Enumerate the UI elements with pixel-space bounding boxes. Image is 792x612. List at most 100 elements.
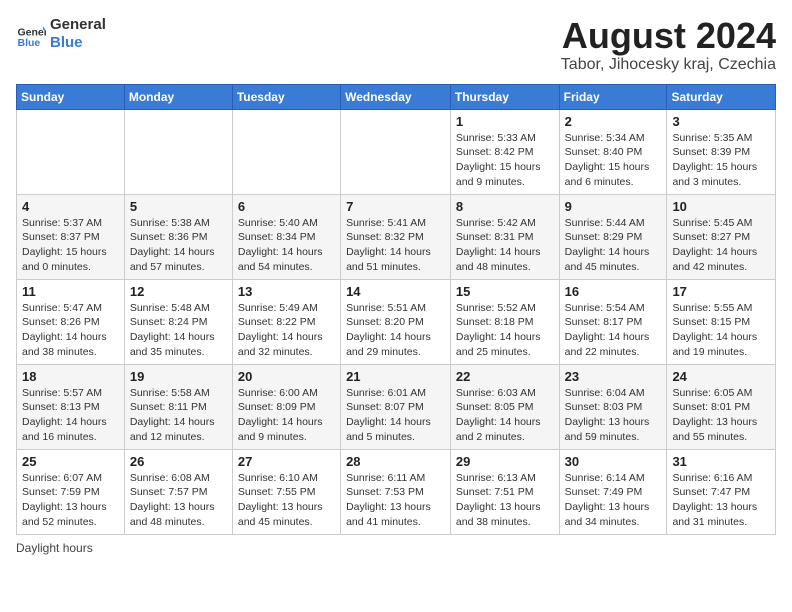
day-info: Sunrise: 5:58 AM Sunset: 8:11 PM Dayligh…: [130, 386, 227, 445]
calendar-cell: 9Sunrise: 5:44 AM Sunset: 8:29 PM Daylig…: [559, 194, 667, 279]
day-number: 22: [456, 369, 554, 384]
day-info: Sunrise: 5:55 AM Sunset: 8:15 PM Dayligh…: [672, 301, 770, 360]
calendar-cell: [341, 109, 451, 194]
calendar-cell: 26 Sunrise: 6:08 AM Sunset: 7:57 PM Dayli…: [124, 449, 232, 534]
svg-text:Blue: Blue: [18, 37, 41, 49]
day-info: Sunrise: 6:10 AM Sunset: 7:55 PM Dayligh…: [238, 471, 335, 530]
title-area: August 2024 Tabor, Jihocesky kraj, Czech…: [561, 16, 776, 74]
day-info: Sunrise: 5:52 AM Sunset: 8:18 PM Dayligh…: [456, 301, 554, 360]
day-number: 21: [346, 369, 445, 384]
day-info: Sunrise: 6:00 AM Sunset: 8:09 PM Dayligh…: [238, 386, 335, 445]
day-number: 24: [672, 369, 770, 384]
calendar-table: SundayMondayTuesdayWednesdayThursdayFrid…: [16, 84, 776, 535]
day-header-saturday: Saturday: [667, 84, 776, 109]
day-number: 27: [238, 454, 335, 469]
calendar-cell: 30 Sunrise: 6:14 AM Sunset: 7:49 PM Dayli…: [559, 449, 667, 534]
day-header-monday: Monday: [124, 84, 232, 109]
calendar-cell: 10Sunrise: 5:45 AM Sunset: 8:27 PM Dayli…: [667, 194, 776, 279]
day-number: 12: [130, 284, 227, 299]
day-info: Sunrise: 5:48 AM Sunset: 8:24 PM Dayligh…: [130, 301, 227, 360]
day-info: Sunrise: 6:13 AM Sunset: 7:51 PM Dayligh…: [456, 471, 554, 530]
day-header-tuesday: Tuesday: [232, 84, 340, 109]
day-number: 4: [22, 199, 119, 214]
calendar-cell: [124, 109, 232, 194]
week-row-4: 18Sunrise: 5:57 AM Sunset: 8:13 PM Dayli…: [17, 364, 776, 449]
calendar-cell: [17, 109, 125, 194]
header: General Blue General Blue August 2024 Ta…: [16, 16, 776, 74]
main-title: August 2024: [561, 16, 776, 56]
calendar-cell: 22 Sunrise: 6:03 AM Sunset: 8:05 PM Dayli…: [450, 364, 559, 449]
days-header-row: SundayMondayTuesdayWednesdayThursdayFrid…: [17, 84, 776, 109]
week-row-2: 4 Sunrise: 5:37 AM Sunset: 8:37 PM Daylig…: [17, 194, 776, 279]
day-number: 25: [22, 454, 119, 469]
calendar-cell: 24 Sunrise: 6:05 AM Sunset: 8:01 PM Dayli…: [667, 364, 776, 449]
day-info: Sunrise: 5:42 AM Sunset: 8:31 PM Dayligh…: [456, 216, 554, 275]
day-info: Sunrise: 5:44 AM Sunset: 8:29 PM Dayligh…: [565, 216, 662, 275]
day-info: Sunrise: 5:37 AM Sunset: 8:37 PM Dayligh…: [22, 216, 119, 275]
day-number: 26: [130, 454, 227, 469]
logo-blue-text: Blue: [50, 34, 106, 52]
day-number: 31: [672, 454, 770, 469]
day-number: 14: [346, 284, 445, 299]
day-number: 20: [238, 369, 335, 384]
day-number: 23: [565, 369, 662, 384]
calendar-cell: 14 Sunrise: 5:51 AM Sunset: 8:20 PM Dayli…: [341, 279, 451, 364]
day-info: Sunrise: 5:35 AM Sunset: 8:39 PM Dayligh…: [672, 131, 770, 190]
day-info: Sunrise: 5:51 AM Sunset: 8:20 PM Dayligh…: [346, 301, 445, 360]
day-info: Sunrise: 6:11 AM Sunset: 7:53 PM Dayligh…: [346, 471, 445, 530]
calendar-cell: 7 Sunrise: 5:41 AM Sunset: 8:32 PM Daylig…: [341, 194, 451, 279]
logo: General Blue General Blue: [16, 16, 106, 52]
calendar-cell: 12 Sunrise: 5:48 AM Sunset: 8:24 PM Dayli…: [124, 279, 232, 364]
day-info: Sunrise: 5:49 AM Sunset: 8:22 PM Dayligh…: [238, 301, 335, 360]
day-number: 15: [456, 284, 554, 299]
calendar-cell: 1 Sunrise: 5:33 AM Sunset: 8:42 PM Daylig…: [450, 109, 559, 194]
day-number: 2: [565, 114, 662, 129]
calendar-cell: 28Sunrise: 6:11 AM Sunset: 7:53 PM Dayli…: [341, 449, 451, 534]
calendar-cell: 18Sunrise: 5:57 AM Sunset: 8:13 PM Dayli…: [17, 364, 125, 449]
day-info: Sunrise: 5:38 AM Sunset: 8:36 PM Dayligh…: [130, 216, 227, 275]
day-number: 5: [130, 199, 227, 214]
calendar-cell: 8Sunrise: 5:42 AM Sunset: 8:31 PM Daylig…: [450, 194, 559, 279]
day-header-friday: Friday: [559, 84, 667, 109]
calendar-cell: 11Sunrise: 5:47 AM Sunset: 8:26 PM Dayli…: [17, 279, 125, 364]
day-number: 29: [456, 454, 554, 469]
day-number: 1: [456, 114, 554, 129]
day-info: Sunrise: 5:41 AM Sunset: 8:32 PM Dayligh…: [346, 216, 445, 275]
day-info: Sunrise: 6:03 AM Sunset: 8:05 PM Dayligh…: [456, 386, 554, 445]
calendar-cell: 29 Sunrise: 6:13 AM Sunset: 7:51 PM Dayli…: [450, 449, 559, 534]
calendar-cell: 16Sunrise: 5:54 AM Sunset: 8:17 PM Dayli…: [559, 279, 667, 364]
day-number: 30: [565, 454, 662, 469]
day-info: Sunrise: 6:16 AM Sunset: 7:47 PM Dayligh…: [672, 471, 770, 530]
day-info: Sunrise: 5:33 AM Sunset: 8:42 PM Dayligh…: [456, 131, 554, 190]
day-info: Sunrise: 5:57 AM Sunset: 8:13 PM Dayligh…: [22, 386, 119, 445]
logo-general-text: General: [50, 16, 106, 34]
calendar-cell: 20 Sunrise: 6:00 AM Sunset: 8:09 PM Dayli…: [232, 364, 340, 449]
calendar-cell: 4 Sunrise: 5:37 AM Sunset: 8:37 PM Daylig…: [17, 194, 125, 279]
day-header-sunday: Sunday: [17, 84, 125, 109]
calendar-cell: 25Sunrise: 6:07 AM Sunset: 7:59 PM Dayli…: [17, 449, 125, 534]
day-info: Sunrise: 6:08 AM Sunset: 7:57 PM Dayligh…: [130, 471, 227, 530]
day-number: 17: [672, 284, 770, 299]
day-info: Sunrise: 6:05 AM Sunset: 8:01 PM Dayligh…: [672, 386, 770, 445]
week-row-1: 1 Sunrise: 5:33 AM Sunset: 8:42 PM Daylig…: [17, 109, 776, 194]
day-header-thursday: Thursday: [450, 84, 559, 109]
calendar-cell: 6Sunrise: 5:40 AM Sunset: 8:34 PM Daylig…: [232, 194, 340, 279]
day-number: 10: [672, 199, 770, 214]
calendar-cell: 17 Sunrise: 5:55 AM Sunset: 8:15 PM Dayli…: [667, 279, 776, 364]
day-number: 13: [238, 284, 335, 299]
day-info: Sunrise: 6:14 AM Sunset: 7:49 PM Dayligh…: [565, 471, 662, 530]
footer-note: Daylight hours: [16, 541, 776, 555]
day-number: 3: [672, 114, 770, 129]
calendar-cell: 31 Sunrise: 6:16 AM Sunset: 7:47 PM Dayli…: [667, 449, 776, 534]
day-number: 7: [346, 199, 445, 214]
day-header-wednesday: Wednesday: [341, 84, 451, 109]
calendar-cell: 21Sunrise: 6:01 AM Sunset: 8:07 PM Dayli…: [341, 364, 451, 449]
calendar-cell: 27 Sunrise: 6:10 AM Sunset: 7:55 PM Dayli…: [232, 449, 340, 534]
week-row-3: 11Sunrise: 5:47 AM Sunset: 8:26 PM Dayli…: [17, 279, 776, 364]
logo-icon: General Blue: [16, 19, 46, 49]
day-number: 11: [22, 284, 119, 299]
calendar-cell: 15 Sunrise: 5:52 AM Sunset: 8:18 PM Dayli…: [450, 279, 559, 364]
calendar-cell: 2Sunrise: 5:34 AM Sunset: 8:40 PM Daylig…: [559, 109, 667, 194]
calendar-cell: 5 Sunrise: 5:38 AM Sunset: 8:36 PM Daylig…: [124, 194, 232, 279]
calendar-cell: 23Sunrise: 6:04 AM Sunset: 8:03 PM Dayli…: [559, 364, 667, 449]
